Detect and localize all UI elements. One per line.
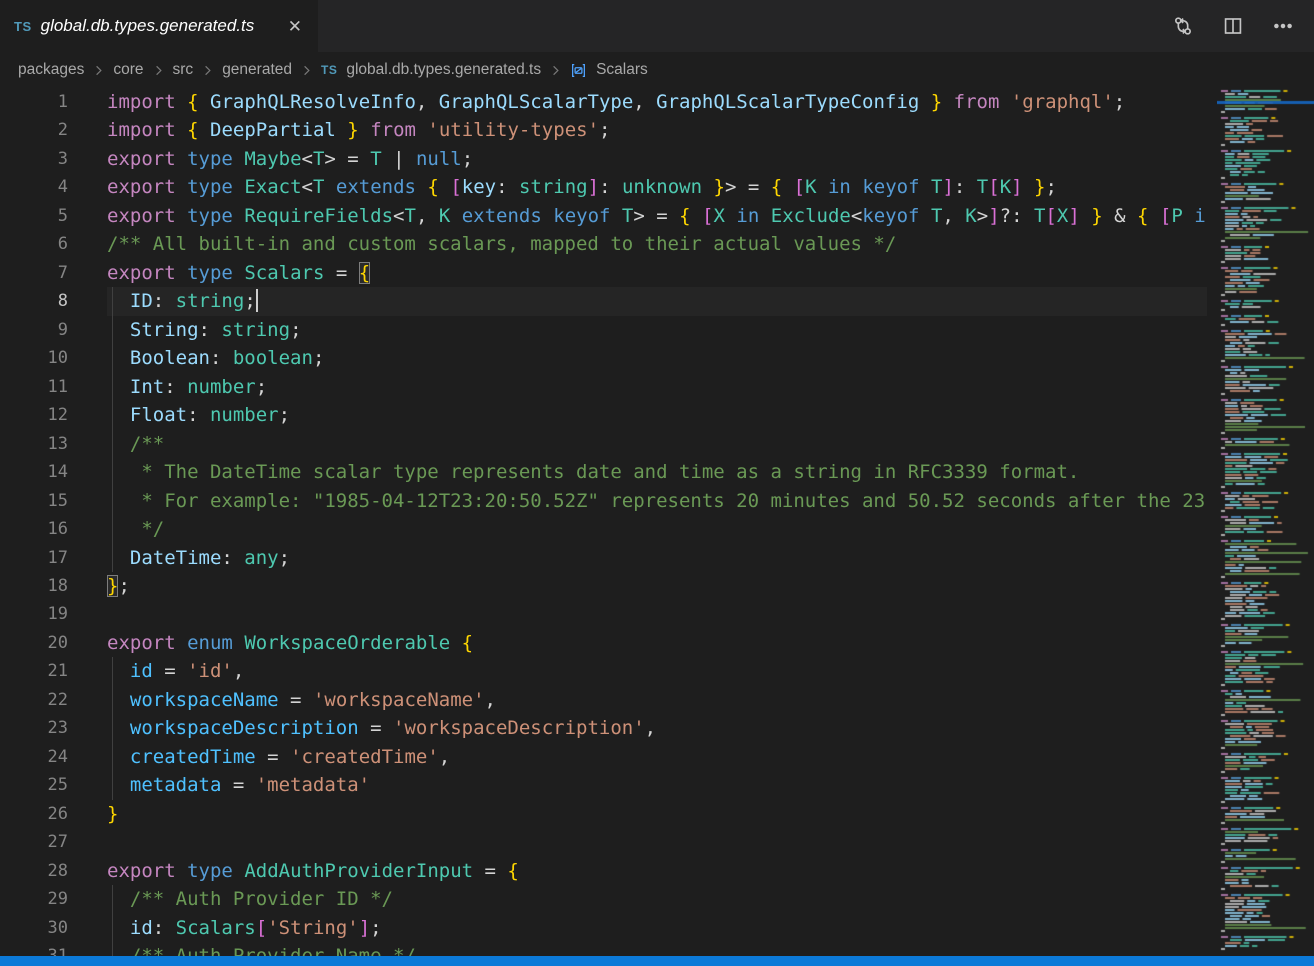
line-number[interactable]: 20 xyxy=(0,629,68,657)
line-number[interactable]: 22 xyxy=(0,686,68,714)
line-number[interactable]: 5 xyxy=(0,202,68,230)
chevron-right-icon xyxy=(151,63,166,78)
code-line[interactable] xyxy=(107,828,1207,856)
code-line[interactable]: } xyxy=(107,800,1207,828)
chevron-right-icon xyxy=(299,63,314,78)
line-number-gutter[interactable]: 1234567891011121314151617181920212223242… xyxy=(0,88,68,956)
line-number[interactable]: 9 xyxy=(0,316,68,344)
code-line[interactable]: */ xyxy=(107,515,1207,543)
chevron-right-icon xyxy=(548,63,563,78)
line-number[interactable]: 24 xyxy=(0,743,68,771)
breadcrumb: packages core src generated TS global.db… xyxy=(0,52,1314,88)
code-line[interactable]: }; xyxy=(107,572,1207,600)
chevron-right-icon xyxy=(200,63,215,78)
split-editor-icon[interactable] xyxy=(1222,15,1244,37)
tab-bar: TS global.db.types.generated.ts ✕ xyxy=(0,0,1314,52)
code-line[interactable]: createdTime = 'createdTime', xyxy=(107,743,1207,771)
text-cursor xyxy=(256,289,258,312)
code-line[interactable]: /** Auth Provider ID */ xyxy=(107,885,1207,913)
line-number[interactable]: 14 xyxy=(0,458,68,486)
breadcrumb-item-packages[interactable]: packages xyxy=(18,61,84,79)
line-number[interactable]: 1 xyxy=(0,88,68,116)
status-bar xyxy=(0,956,1314,966)
breadcrumb-item-file[interactable]: global.db.types.generated.ts xyxy=(346,61,541,79)
code-line[interactable]: /** xyxy=(107,430,1207,458)
code-line[interactable]: String: string; xyxy=(107,316,1207,344)
line-number[interactable]: 21 xyxy=(0,657,68,685)
code-line[interactable]: export type Maybe<T> = T | null; xyxy=(107,145,1207,173)
code-line[interactable]: Float: number; xyxy=(107,401,1207,429)
code-line[interactable] xyxy=(107,600,1207,628)
breadcrumb-item-core[interactable]: core xyxy=(113,61,143,79)
code-line[interactable]: ID: string; xyxy=(107,287,1207,315)
minimap[interactable] xyxy=(1217,88,1314,956)
line-number[interactable]: 27 xyxy=(0,828,68,856)
editor-actions xyxy=(1172,0,1314,52)
line-number[interactable]: 29 xyxy=(0,885,68,913)
code-content[interactable]: import { GraphQLResolveInfo, GraphQLScal… xyxy=(107,88,1207,956)
code-editor[interactable]: 1234567891011121314151617181920212223242… xyxy=(0,88,1207,956)
breadcrumb-item-generated[interactable]: generated xyxy=(222,61,292,79)
code-line[interactable]: /** Auth Provider Name */ xyxy=(107,942,1207,956)
line-number[interactable]: 3 xyxy=(0,145,68,173)
code-line[interactable]: id = 'id', xyxy=(107,657,1207,685)
code-line[interactable]: workspaceName = 'workspaceName', xyxy=(107,686,1207,714)
code-line[interactable]: workspaceDescription = 'workspaceDescrip… xyxy=(107,714,1207,742)
tab-title: global.db.types.generated.ts xyxy=(41,16,255,36)
line-number[interactable]: 17 xyxy=(0,544,68,572)
code-line[interactable]: export type Scalars = { xyxy=(107,259,1207,287)
code-line[interactable]: /** All built-in and custom scalars, map… xyxy=(107,230,1207,258)
line-number[interactable]: 2 xyxy=(0,116,68,144)
line-number[interactable]: 8 xyxy=(0,287,68,315)
line-number[interactable]: 16 xyxy=(0,515,68,543)
line-number[interactable]: 26 xyxy=(0,800,68,828)
code-line[interactable]: import { GraphQLResolveInfo, GraphQLScal… xyxy=(107,88,1207,116)
symbol-type-icon xyxy=(570,62,587,79)
more-actions-icon[interactable] xyxy=(1272,15,1294,37)
line-number[interactable]: 28 xyxy=(0,857,68,885)
breadcrumb-item-src[interactable]: src xyxy=(173,61,194,79)
line-number[interactable]: 12 xyxy=(0,401,68,429)
code-line[interactable]: export enum WorkspaceOrderable { xyxy=(107,629,1207,657)
line-number[interactable]: 6 xyxy=(0,230,68,258)
code-line[interactable]: id: Scalars['String']; xyxy=(107,914,1207,942)
code-line[interactable]: * The DateTime scalar type represents da… xyxy=(107,458,1207,486)
line-number[interactable]: 23 xyxy=(0,714,68,742)
line-number[interactable]: 13 xyxy=(0,430,68,458)
line-number[interactable]: 30 xyxy=(0,914,68,942)
typescript-file-icon: TS xyxy=(321,63,337,77)
tab-close-icon[interactable]: ✕ xyxy=(284,16,306,37)
line-number[interactable]: 7 xyxy=(0,259,68,287)
code-line[interactable]: export type AddAuthProviderInput = { xyxy=(107,857,1207,885)
line-number[interactable]: 4 xyxy=(0,173,68,201)
open-changes-icon[interactable] xyxy=(1172,15,1194,37)
line-number[interactable]: 15 xyxy=(0,487,68,515)
code-line[interactable]: DateTime: any; xyxy=(107,544,1207,572)
code-line[interactable]: import { DeepPartial } from 'utility-typ… xyxy=(107,116,1207,144)
code-line[interactable]: metadata = 'metadata' xyxy=(107,771,1207,799)
line-number[interactable]: 19 xyxy=(0,600,68,628)
chevron-right-icon xyxy=(91,63,106,78)
breadcrumb-item-symbol[interactable]: Scalars xyxy=(596,61,648,79)
typescript-file-icon: TS xyxy=(14,19,32,34)
code-line[interactable]: Int: number; xyxy=(107,373,1207,401)
code-line[interactable]: Boolean: boolean; xyxy=(107,344,1207,372)
code-line[interactable]: export type RequireFields<T, K extends k… xyxy=(107,202,1207,230)
line-number[interactable]: 31 xyxy=(0,942,68,956)
code-line[interactable]: export type Exact<T extends { [key: stri… xyxy=(107,173,1207,201)
tab-global-db-types-generated[interactable]: TS global.db.types.generated.ts ✕ xyxy=(0,0,318,52)
line-number[interactable]: 11 xyxy=(0,373,68,401)
line-number[interactable]: 25 xyxy=(0,771,68,799)
line-number[interactable]: 10 xyxy=(0,344,68,372)
code-line[interactable]: * For example: "1985-04-12T23:20:50.52Z"… xyxy=(107,487,1207,515)
line-number[interactable]: 18 xyxy=(0,572,68,600)
